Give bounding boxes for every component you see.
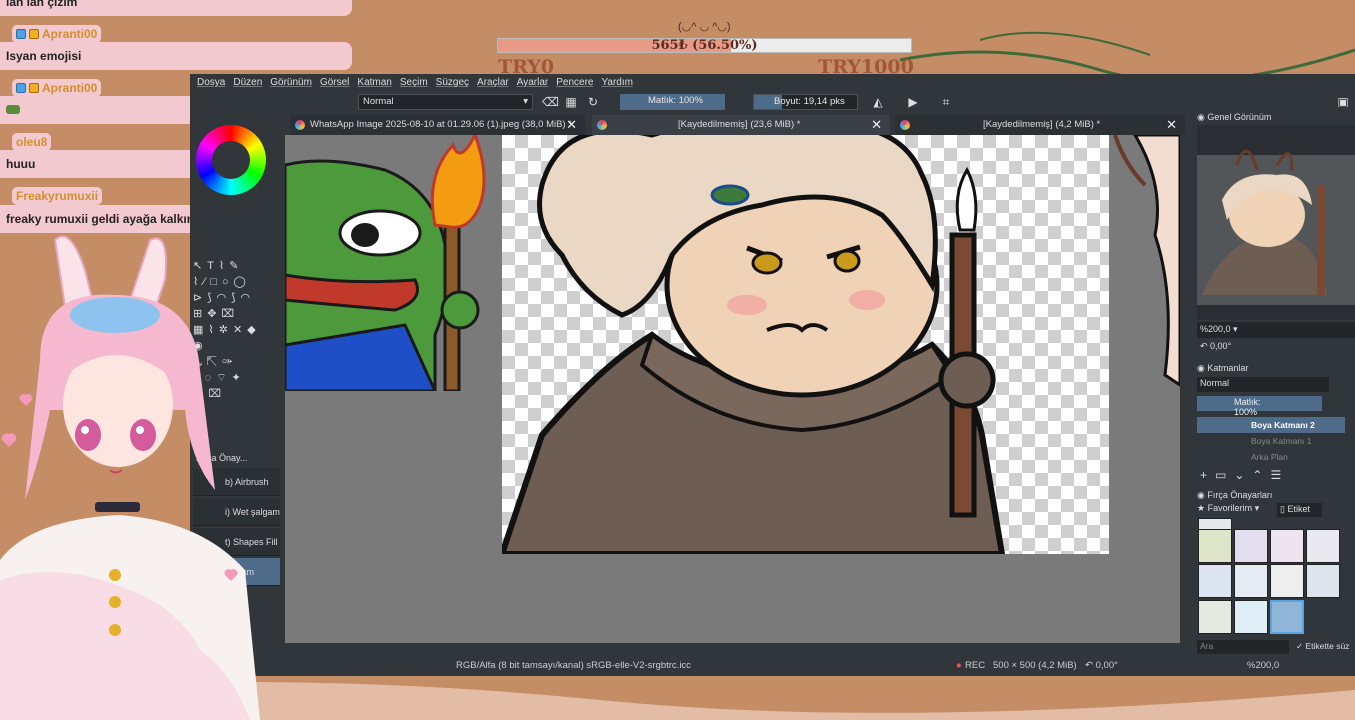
menu-settings[interactable]: Ayarlar	[513, 77, 553, 88]
chat-message: lan lan çizim	[0, 0, 352, 16]
size-slider[interactable]: Boyut: 19,14 pks	[753, 94, 858, 110]
opacity-slider[interactable]: Matlık: 100%	[620, 94, 725, 110]
chat-username: Apranti00	[12, 79, 102, 97]
krita-icon	[900, 120, 910, 130]
layer-blend-select[interactable]: Normal	[1197, 377, 1329, 392]
tab-document-2[interactable]: [Kaydedilmemiş] (23,6 MiB) * ✕	[592, 115, 890, 135]
chat-username: Freakyrumuxii	[12, 187, 103, 205]
brush-preset[interactable]	[1198, 600, 1232, 634]
krita-icon	[597, 120, 607, 130]
close-icon[interactable]: ✕	[871, 115, 882, 135]
brush-preset[interactable]	[1306, 529, 1340, 563]
overview-title: ◉ Genel Görünüm	[1197, 112, 1272, 122]
menu-bar: Dosya Düzen Görünüm Görsel Katman Seçim …	[190, 74, 1355, 91]
reload-icon[interactable]: ↻	[585, 94, 601, 110]
menu-window[interactable]: Pencere	[552, 77, 597, 88]
eraser-icon[interactable]: ⌫	[542, 94, 559, 110]
tab-document-3[interactable]: [Kaydedilmemiş] (4,2 MiB) * ✕	[895, 115, 1185, 135]
layer-item[interactable]: Boya Katmanı 1	[1197, 433, 1345, 449]
brush-preset[interactable]	[1234, 600, 1268, 634]
goal-text: 565₺ (56.50%)	[651, 38, 758, 53]
layer-item[interactable]: Arka Plan	[1197, 449, 1345, 465]
close-icon[interactable]: ✕	[1166, 115, 1177, 135]
brush-preset[interactable]	[1270, 564, 1304, 598]
goal-bar: 565₺ (56.50%)	[497, 38, 912, 53]
brush-search-input[interactable]: Ara	[1197, 640, 1289, 654]
zoom-readout: %200,0	[1247, 660, 1280, 671]
brush-preset[interactable]	[1270, 529, 1304, 563]
wrap-icon[interactable]: ⌗	[938, 94, 954, 110]
reference-image-right	[1113, 135, 1180, 387]
close-icon[interactable]: ✕	[566, 115, 577, 135]
artwork	[502, 135, 1006, 554]
brush-preset[interactable]	[1198, 564, 1232, 598]
overview-rotation[interactable]: ↶ 0,00°	[1200, 341, 1231, 352]
menu-image[interactable]: Görsel	[316, 77, 353, 88]
badge-icon	[29, 83, 39, 93]
tag-button[interactable]: ▯ Etiket	[1277, 503, 1322, 517]
overview-zoom[interactable]: %200,0 ▾	[1197, 322, 1355, 338]
tool-options-bar: Normal ▾ ⌫ ▦ ↻ Matlık: 100% Boyut: 19,14 …	[190, 91, 1355, 113]
badge-icon	[29, 29, 39, 39]
tab-document-1[interactable]: WhatsApp Image 2025-08-10 at 01.29.06 (1…	[290, 115, 585, 135]
brush-presets-title: ◉ Fırça Önayarları	[1197, 490, 1273, 500]
menu-select[interactable]: Seçim	[396, 77, 432, 88]
color-profile: RGB/Alfa (8 bit tamsayı/kanal) sRGB-elle…	[456, 660, 691, 671]
rec-indicator: ●	[956, 660, 962, 671]
chat-username: oleu8	[12, 133, 52, 151]
menu-tools[interactable]: Araçlar	[473, 77, 513, 88]
mirror-vertical-icon[interactable]: ▶	[905, 94, 921, 110]
menu-filter[interactable]: Süzgeç	[432, 77, 473, 88]
layer-item[interactable]: Boya Katmanı 2	[1197, 417, 1345, 433]
brush-preset[interactable]	[1234, 564, 1268, 598]
chat-message: Isyan emojisi	[0, 42, 352, 70]
menu-edit[interactable]: Düzen	[229, 77, 266, 88]
badge-icon	[16, 29, 26, 39]
badge-icon	[16, 83, 26, 93]
blend-mode-select[interactable]: Normal ▾	[358, 94, 533, 110]
vtuber-avatar	[0, 235, 260, 720]
rotation-readout: ↶ 0,00°	[1085, 660, 1118, 671]
menu-help[interactable]: Yardım	[597, 77, 637, 88]
alpha-lock-icon[interactable]: ▦	[563, 94, 579, 110]
reference-image	[285, 135, 495, 391]
chat-username: Apranti00	[12, 25, 102, 43]
brush-preset[interactable]	[1306, 564, 1340, 598]
layer-opacity-slider[interactable]: Matlık: 100%	[1197, 396, 1322, 417]
brush-preset-selected[interactable]	[1270, 600, 1304, 634]
filter-tag-checkbox[interactable]: ✓ Etikette süz	[1296, 641, 1349, 652]
menu-layer[interactable]: Katman	[353, 77, 395, 88]
layer-actions[interactable]: +▭⌄⌃☰	[1200, 468, 1289, 482]
krita-icon	[295, 120, 305, 130]
rec-label[interactable]: REC	[965, 660, 985, 671]
chevron-down-icon: ▾	[523, 96, 528, 107]
overview-thumbnail[interactable]	[1197, 125, 1355, 320]
mirror-horizontal-icon[interactable]: ◭	[870, 94, 886, 110]
tag-select[interactable]: ★ Favorilerim ▾	[1197, 503, 1272, 517]
menu-file[interactable]: Dosya	[190, 77, 229, 88]
brush-preset[interactable]	[1234, 529, 1268, 563]
layers-title: ◉ Katmanlar	[1197, 363, 1249, 373]
goal-emote: (◡^ ◡ ^◡)	[678, 21, 731, 33]
status-bar: RGB/Alfa (8 bit tamsayı/kanal) sRGB-elle…	[190, 655, 1355, 676]
menu-view[interactable]: Görünüm	[266, 77, 316, 88]
document-size: 500 × 500 (4,2 MiB)	[993, 660, 1077, 671]
brush-preset[interactable]	[1198, 529, 1232, 563]
drawing-canvas[interactable]	[502, 135, 1109, 554]
emote-icon	[6, 105, 20, 114]
